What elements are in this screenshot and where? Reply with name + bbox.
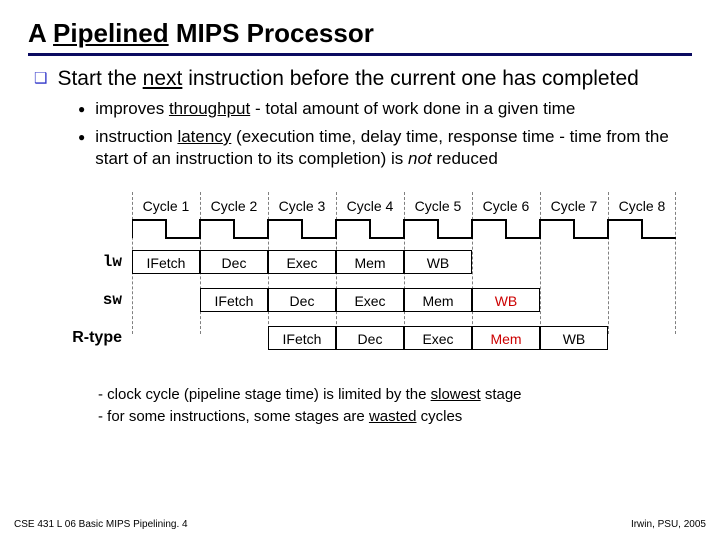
bullet-level1: ❑ Start the next instruction before the … [34, 66, 692, 92]
bullet-level2: ● instruction latency (execution time, d… [78, 126, 692, 170]
cycle-header: Cycle 8 [608, 194, 676, 214]
pipeline-stage-cell: Mem [336, 250, 404, 274]
pipeline-stage-cell: Mem [404, 288, 472, 312]
notes: - clock cycle (pipeline stage time) is l… [98, 384, 692, 428]
row-label: lw [36, 253, 122, 271]
dot-bullet-icon: ● [78, 98, 85, 120]
pipeline-stage-cell: IFetch [268, 326, 336, 350]
pipeline-row-rtype: R-type IFetchDecExecMemWB [36, 324, 608, 352]
pipeline-stage-cell: Exec [268, 250, 336, 274]
pipeline-empty-cell [132, 326, 200, 350]
pipeline-row-sw: sw IFetchDecExecMemWB [36, 286, 608, 314]
pipeline-row-lw: lw IFetchDecExecMemWB [36, 248, 608, 276]
pipeline-stage-cell: Dec [268, 288, 336, 312]
cycle-header: Cycle 5 [404, 194, 472, 214]
cycle-header: Cycle 7 [540, 194, 608, 214]
cycle-header: Cycle 6 [472, 194, 540, 214]
row-label: sw [36, 291, 122, 309]
cycle-header: Cycle 3 [268, 194, 336, 214]
clock-waveform-icon [132, 218, 676, 240]
pipeline-empty-cell [132, 288, 200, 312]
pipeline-stage-cell: WB [404, 250, 472, 274]
pipeline-stage-cell: Mem [472, 326, 540, 350]
pipeline-stage-cell: IFetch [200, 288, 268, 312]
row-label: R-type [36, 329, 122, 347]
pipeline-empty-cell [200, 326, 268, 350]
slide-title: A Pipelined MIPS Processor [28, 18, 692, 56]
footer-left: CSE 431 L 06 Basic MIPS Pipelining. 4 [14, 519, 188, 530]
pipeline-stage-cell: Dec [200, 250, 268, 274]
pipeline-stage-cell: Exec [404, 326, 472, 350]
square-bullet-icon: ❑ [34, 66, 47, 92]
bullet-level2: ● improves throughput - total amount of … [78, 98, 692, 120]
pipeline-diagram: Cycle 1Cycle 2Cycle 3Cycle 4Cycle 5Cycle… [36, 194, 692, 374]
cycle-header: Cycle 4 [336, 194, 404, 214]
cycle-header: Cycle 1 [132, 194, 200, 214]
cycle-header: Cycle 2 [200, 194, 268, 214]
pipeline-stage-cell: Dec [336, 326, 404, 350]
pipeline-stage-cell: WB [472, 288, 540, 312]
footer-right: Irwin, PSU, 2005 [631, 519, 706, 530]
dot-bullet-icon: ● [78, 126, 85, 170]
pipeline-stage-cell: WB [540, 326, 608, 350]
pipeline-stage-cell: IFetch [132, 250, 200, 274]
pipeline-stage-cell: Exec [336, 288, 404, 312]
